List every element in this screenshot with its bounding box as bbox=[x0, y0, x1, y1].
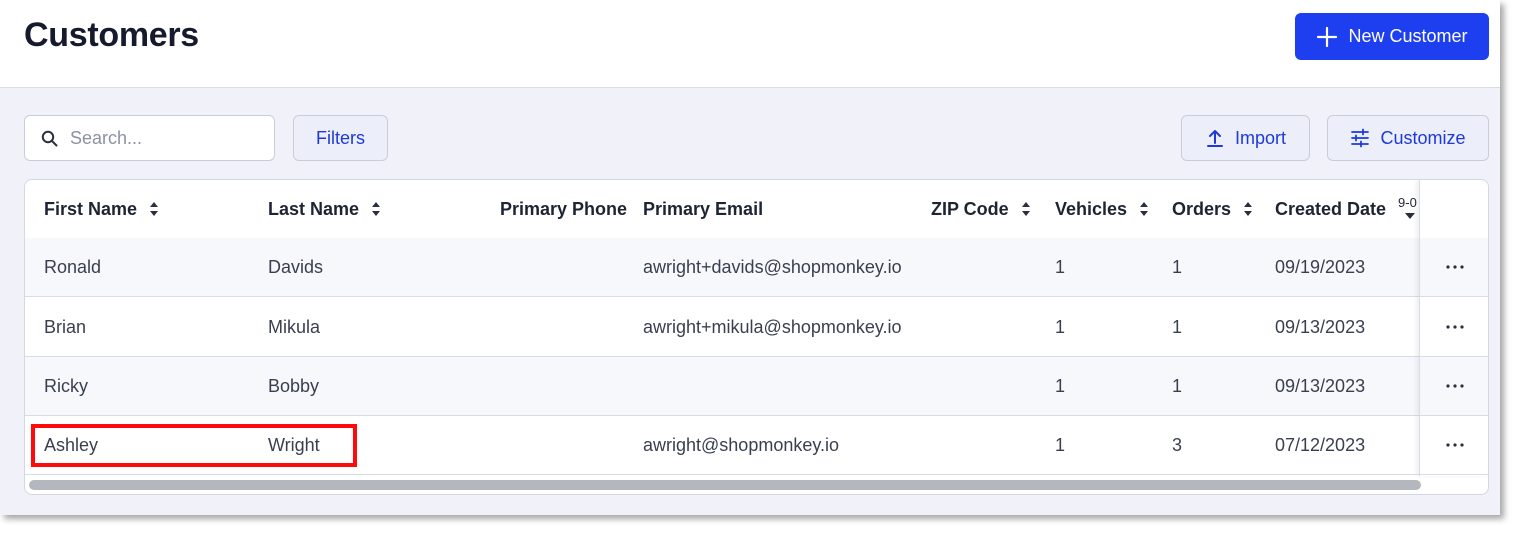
column-header-last-name[interactable]: Last Name bbox=[268, 180, 381, 238]
filters-button[interactable]: Filters bbox=[293, 115, 388, 161]
cell-first-name: Ronald bbox=[44, 257, 102, 277]
cell-created-date: 09/13/2023 bbox=[1275, 376, 1366, 396]
search-box[interactable] bbox=[24, 115, 275, 161]
page-title: Customers bbox=[24, 16, 199, 54]
customers-table: First Name Last Name Primary Phone Prima… bbox=[24, 179, 1489, 495]
cell-first-name: Ashley bbox=[44, 435, 99, 455]
customize-label: Customize bbox=[1380, 127, 1466, 148]
sort-icon bbox=[1021, 202, 1030, 216]
new-customer-label: New Customer bbox=[1348, 26, 1468, 46]
customize-button[interactable]: Customize bbox=[1327, 115, 1489, 161]
cell-orders: 1 bbox=[1172, 317, 1183, 337]
sort-icon bbox=[150, 202, 159, 216]
table-row[interactable]: Brian Mikula awright+mikula@shopmonkey.i… bbox=[25, 298, 1488, 357]
cell-first-name: Ricky bbox=[44, 376, 88, 396]
cell-orders: 3 bbox=[1172, 435, 1183, 455]
cell-primary-email: awright@shopmonkey.io bbox=[643, 435, 840, 455]
sort-desc-icon bbox=[1405, 213, 1416, 219]
column-header-orders[interactable]: Orders bbox=[1172, 180, 1253, 238]
cell-created-date: 09/19/2023 bbox=[1275, 257, 1366, 277]
cell-vehicles: 1 bbox=[1055, 435, 1066, 455]
sliders-icon bbox=[1351, 128, 1370, 148]
table-header: First Name Last Name Primary Phone Prima… bbox=[25, 180, 1488, 239]
cell-primary-email: awright+mikula@shopmonkey.io bbox=[643, 317, 902, 337]
cell-created-date: 07/12/2023 bbox=[1275, 435, 1366, 455]
import-label: Import bbox=[1234, 127, 1286, 148]
cell-vehicles: 1 bbox=[1055, 257, 1066, 277]
table-row[interactable]: Ricky Bobby 1 1 09/13/2023 bbox=[25, 357, 1488, 416]
horizontal-scrollbar[interactable] bbox=[29, 480, 1421, 490]
column-header-primary-phone: Primary Phone bbox=[500, 198, 628, 219]
cell-last-name: Bobby bbox=[268, 376, 320, 396]
new-customer-button[interactable]: New Customer bbox=[1295, 13, 1489, 60]
cell-last-name: Mikula bbox=[268, 317, 321, 337]
column-header-created-date[interactable]: Created Date 9-0 bbox=[1275, 180, 1422, 238]
sort-icon bbox=[1140, 202, 1149, 216]
sort-direction-label: 9-0 bbox=[1398, 195, 1417, 210]
column-header-primary-email: Primary Email bbox=[643, 198, 764, 219]
page-header: Customers New Customer bbox=[0, 0, 1500, 88]
column-header-first-name[interactable]: First Name bbox=[44, 180, 159, 238]
filters-label: Filters bbox=[316, 127, 365, 148]
cell-last-name: Wright bbox=[268, 435, 320, 455]
search-icon bbox=[41, 130, 58, 146]
cell-created-date: 09/13/2023 bbox=[1275, 317, 1366, 337]
table-row[interactable]: Ashley Wright awright@shopmonkey.io 1 3 … bbox=[25, 416, 1488, 475]
cell-first-name: Brian bbox=[44, 317, 87, 337]
cell-vehicles: 1 bbox=[1055, 317, 1066, 337]
column-header-zip-code[interactable]: ZIP Code bbox=[931, 180, 1031, 238]
upload-icon bbox=[1206, 130, 1223, 147]
column-header-vehicles[interactable]: Vehicles bbox=[1055, 180, 1149, 238]
table-row[interactable]: Ronald Davids awright+davids@shopmonkey.… bbox=[25, 238, 1488, 297]
search-input[interactable] bbox=[68, 126, 262, 150]
cell-last-name: Davids bbox=[268, 257, 324, 277]
import-button[interactable]: Import bbox=[1181, 115, 1310, 161]
cell-vehicles: 1 bbox=[1055, 376, 1066, 396]
cell-orders: 1 bbox=[1172, 376, 1183, 396]
cell-orders: 1 bbox=[1172, 257, 1183, 277]
plus-icon bbox=[1317, 26, 1338, 47]
app-window: Customers New Customer Filters Import Cu… bbox=[0, 0, 1500, 515]
row-actions-column bbox=[1419, 180, 1488, 476]
sort-icon bbox=[372, 202, 381, 216]
sort-icon bbox=[1244, 202, 1253, 216]
cell-primary-email: awright+davids@shopmonkey.io bbox=[643, 257, 902, 277]
